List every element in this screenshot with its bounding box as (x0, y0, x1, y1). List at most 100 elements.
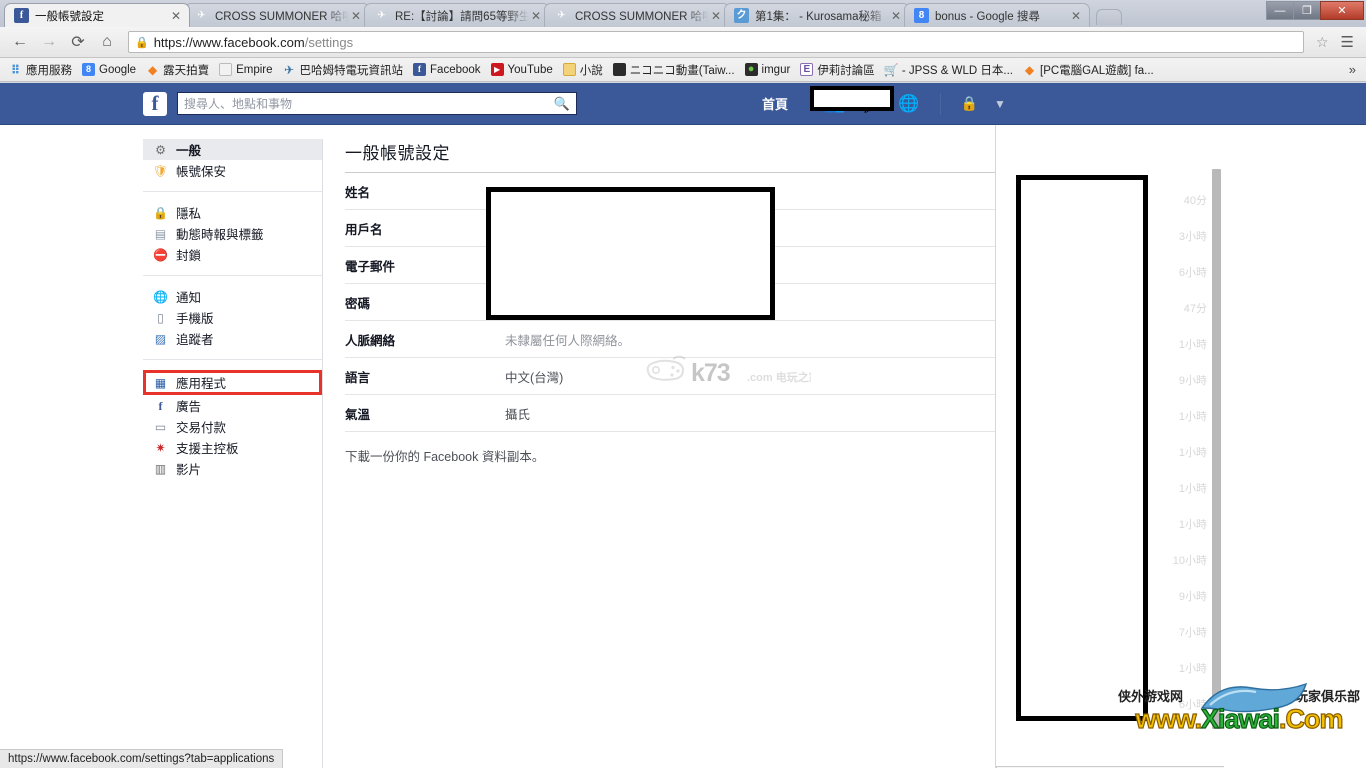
sidebar-item-general[interactable]: ⚙ 一般 (143, 139, 322, 160)
baha-icon: ✈ (197, 9, 206, 21)
sidebar-item-timeline[interactable]: ▤ 動態時報與標籤 (143, 223, 322, 244)
personal-info-redaction (486, 187, 775, 320)
tab-close-icon[interactable]: ✕ (169, 10, 183, 22)
browser-tab[interactable]: ✈ CROSS SUMMONER 哈啦 ✕ (544, 3, 730, 27)
eyny-icon: E (800, 63, 814, 76)
bookmark-item[interactable]: ◆ 露天拍賣 (141, 61, 214, 79)
sidebar-item-security[interactable]: 🛡 帳號保安 (143, 160, 322, 181)
ticker-time: 9小時 (1178, 375, 1207, 387)
search-placeholder: 搜尋人、地點和事物 (184, 97, 293, 111)
account-menu-icon[interactable]: ▼ (994, 97, 1006, 111)
tab-label: 第1集： - Kurosama秘箱 (755, 10, 882, 23)
chrome-menu-icon[interactable]: ☰ (1337, 33, 1358, 51)
bookmark-item[interactable]: Empire (214, 62, 277, 77)
bookmark-item[interactable]: E 伊莉討論區 (795, 61, 880, 79)
reload-icon[interactable]: ⟳ (66, 30, 90, 54)
close-button[interactable]: ✕ (1320, 1, 1364, 20)
search-input[interactable]: 搜尋人、地點和事物 🔍 (177, 92, 577, 115)
apps-icon: ▦ (154, 375, 167, 390)
bookmarks-overflow-icon[interactable]: » (1349, 62, 1362, 77)
sidebar-item-privacy[interactable]: 🔒 隱私 (143, 202, 322, 223)
sidebar-item-label: 影片 (176, 463, 202, 477)
bookmark-item[interactable]: ◆ [PC電腦GAL遊戲] fa... (1018, 61, 1159, 79)
ticker-timestamps: 40分 3小時 6小時 47分 1小時 9小時 1小時 1小時 1小時 1小時 … (1155, 183, 1207, 723)
bookmark-label: Google (99, 63, 137, 76)
tab-close-icon[interactable]: ✕ (529, 10, 543, 22)
browser-tab[interactable]: f 一般帳號設定 ✕ (4, 3, 190, 27)
bookmark-star-icon[interactable]: ☆ (1313, 34, 1332, 51)
lock-icon: 🔒 (153, 205, 168, 220)
tab-close-icon[interactable]: ✕ (1069, 10, 1083, 22)
tab-close-icon[interactable]: ✕ (349, 10, 363, 22)
row-label: 氣溫 (345, 407, 371, 422)
ticker-time: 3小時 (1178, 231, 1207, 243)
home-icon[interactable]: ⌂ (95, 30, 119, 54)
sidebar-item-label: 帳號保安 (176, 165, 227, 179)
cart-icon: 🛒 (883, 62, 899, 77)
facebook-icon: f (413, 63, 427, 76)
sidebar-item-label: 交易付款 (176, 421, 227, 435)
sidebar-item-notifications[interactable]: 🌐 通知 (143, 286, 322, 307)
notifications-icon[interactable]: 🌐 (898, 94, 919, 114)
support-icon: ✷ (155, 440, 166, 455)
minimize-button[interactable]: — (1266, 1, 1294, 20)
bookmark-item[interactable]: 小說 (558, 61, 608, 79)
settings-container: ⚙ 一般 🛡 帳號保安 🔒 隱私 ▤ 動態時報與標籤 ⛔ 封鎖 🌐 通知 ▯ 手… (143, 125, 1224, 768)
tab-label: 一般帳號設定 (35, 10, 104, 23)
baha-icon: ✈ (377, 9, 386, 21)
ticker-time: 1小時 (1178, 519, 1207, 531)
browser-tab[interactable]: 8 bonus - Google 搜尋 ✕ (904, 3, 1090, 27)
sidebar-item-payments[interactable]: ▭ 交易付款 (143, 416, 322, 437)
bookmark-item[interactable]: ● imgur (740, 62, 796, 77)
profile-name-redaction (810, 85, 894, 111)
youtube-icon: ▶ (490, 63, 504, 76)
status-bar: https://www.facebook.com/settings?tab=ap… (0, 749, 284, 768)
lock-icon: 🔒 (135, 36, 149, 49)
bookmark-label: 伊莉討論區 (817, 64, 875, 77)
new-tab-button[interactable] (1096, 9, 1122, 25)
bookmark-label: imgur (761, 63, 791, 76)
browser-tab[interactable]: ク 第1集： - Kurosama秘箱 ✕ (724, 3, 910, 27)
row-label: 人脈網絡 (345, 333, 396, 348)
bookmark-item[interactable]: f Facebook (408, 62, 486, 77)
sidebar-item-support[interactable]: ✷ 支援主控板 (143, 437, 322, 458)
rail-scrollbar[interactable] (1212, 169, 1221, 729)
sidebar-item-ads[interactable]: f 廣告 (143, 395, 322, 416)
sidebar-item-apps[interactable]: ▦ 應用程式 (143, 370, 322, 395)
bookmark-item[interactable]: ✈ 巴哈姆特電玩資訊站 (278, 61, 409, 79)
ticker-time: 1小時 (1178, 339, 1207, 351)
browser-tab[interactable]: ✈ CROSS SUMMONER 哈啦 ✕ (184, 3, 370, 27)
home-link[interactable]: 首頁 (762, 94, 788, 113)
sidebar-item-blocking[interactable]: ⛔ 封鎖 (143, 244, 322, 265)
bookmark-item[interactable]: 🛒 - JPSS & WLD 日本... (880, 61, 1018, 79)
sidebar-item-label: 手機版 (176, 312, 214, 326)
forward-icon[interactable]: → (37, 30, 61, 54)
facebook-logo-icon[interactable]: f (143, 91, 167, 116)
ticker-time: 6小時 (1178, 267, 1207, 279)
sidebar-item-mobile[interactable]: ▯ 手機版 (143, 307, 322, 328)
sidebar-item-videos[interactable]: ▥ 影片 (143, 458, 322, 479)
bookmark-item[interactable]: ▶ YouTube (486, 62, 558, 77)
sidebar-item-label: 隱私 (176, 207, 202, 221)
row-label: 密碼 (345, 296, 371, 311)
search-icon[interactable]: 🔍 (554, 96, 570, 112)
back-icon[interactable]: ← (8, 30, 32, 54)
address-bar[interactable]: 🔒 https://www.facebook.com /settings (128, 31, 1304, 53)
sidebar-item-followers[interactable]: ▨ 追蹤者 (143, 328, 322, 349)
bookmark-item[interactable]: 8 Google (77, 62, 141, 77)
tab-label: RE:【討論】請問65等野生 (395, 10, 529, 23)
sidebar-item-label: 應用程式 (176, 377, 227, 391)
mobile-icon: ▯ (157, 310, 164, 325)
tab-close-icon[interactable]: ✕ (709, 10, 723, 22)
sidebar-item-label: 封鎖 (176, 249, 202, 263)
privacy-shortcuts-icon[interactable]: 🔒 (961, 95, 978, 112)
apps-grid-icon: ⠿ (10, 62, 21, 77)
tab-close-icon[interactable]: ✕ (889, 10, 903, 22)
bookmark-item[interactable]: ニコニコ動畫(Taiw... (608, 61, 740, 79)
baha-icon: ✈ (557, 9, 566, 21)
bookmark-item[interactable]: ⠿ 應用服務 (4, 61, 77, 79)
bookmark-label: 小說 (579, 64, 603, 77)
maximize-button[interactable]: ❐ (1293, 1, 1321, 20)
chat-list-redaction (1016, 175, 1148, 721)
browser-tab[interactable]: ✈ RE:【討論】請問65等野生 ✕ (364, 3, 550, 27)
